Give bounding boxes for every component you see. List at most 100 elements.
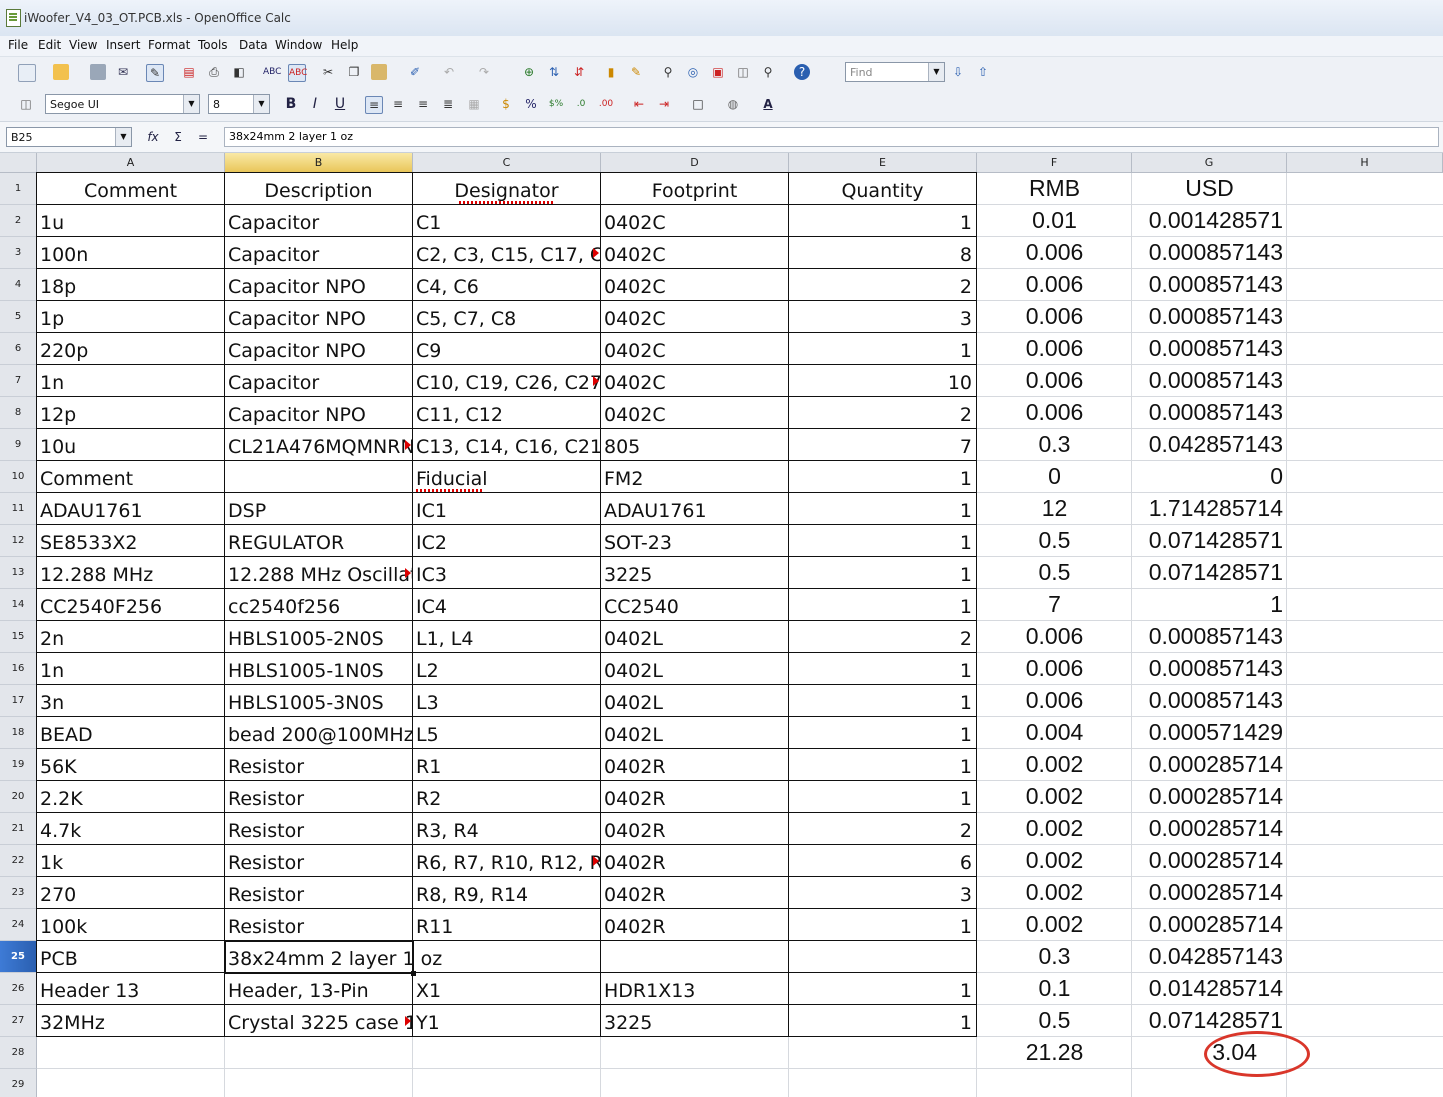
cell-c12[interactable]: IC2 bbox=[412, 524, 601, 557]
row-header-24[interactable]: 24 bbox=[0, 909, 37, 941]
cell-f11[interactable]: 12 bbox=[977, 493, 1132, 525]
cell-d17[interactable]: 0402L bbox=[600, 684, 789, 717]
cell-g23[interactable]: 0.000285714 bbox=[1132, 877, 1287, 909]
cell-e7[interactable]: 10 bbox=[788, 364, 977, 397]
row-header-7[interactable]: 7 bbox=[0, 365, 37, 397]
cell-e2[interactable]: 1 bbox=[788, 204, 977, 237]
cell-c13[interactable]: IC3 bbox=[412, 556, 601, 589]
cell-a7[interactable]: 1n bbox=[36, 364, 225, 397]
row-header-4[interactable]: 4 bbox=[0, 269, 37, 301]
header-cell-footprint[interactable]: Footprint bbox=[600, 172, 789, 205]
font-name-dropdown-icon[interactable]: ▼ bbox=[183, 95, 199, 113]
percent-format-icon[interactable]: % bbox=[523, 96, 539, 112]
cell-c24[interactable]: R11 bbox=[412, 908, 601, 941]
cell-b20[interactable]: Resistor bbox=[224, 780, 413, 813]
cell-d19[interactable]: 0402R bbox=[600, 748, 789, 781]
increase-indent-icon[interactable]: ⇥ bbox=[656, 96, 672, 112]
cell-e16[interactable]: 1 bbox=[788, 652, 977, 685]
cell-g19[interactable]: 0.000285714 bbox=[1132, 749, 1287, 781]
cell-f13[interactable]: 0.5 bbox=[977, 557, 1132, 589]
row-header-10[interactable]: 10 bbox=[0, 461, 37, 493]
print-icon[interactable]: ⎙ bbox=[206, 64, 222, 80]
cell-d15[interactable]: 0402L bbox=[600, 620, 789, 653]
total-rmb-cell[interactable]: 21.28 bbox=[977, 1037, 1132, 1069]
cell-g24[interactable]: 0.000285714 bbox=[1132, 909, 1287, 941]
cell-g22[interactable]: 0.000285714 bbox=[1132, 845, 1287, 877]
cell-e14[interactable]: 1 bbox=[788, 588, 977, 621]
cell-d13[interactable]: 3225 bbox=[600, 556, 789, 589]
cell-g16[interactable]: 0.000857143 bbox=[1132, 653, 1287, 685]
cell-g7[interactable]: 0.000857143 bbox=[1132, 365, 1287, 397]
cell-f19[interactable]: 0.002 bbox=[977, 749, 1132, 781]
cell-g6[interactable]: 0.000857143 bbox=[1132, 333, 1287, 365]
row-header-5[interactable]: 5 bbox=[0, 301, 37, 333]
spreadsheet-grid[interactable]: A B C D E F G H 1 2 3 4 5 6 7 8 9 10 11 12 13 14 15 16 17 18 19 20 2… bbox=[0, 153, 1443, 1097]
menu-window[interactable]: Window bbox=[275, 38, 322, 52]
cell-e23[interactable]: 3 bbox=[788, 876, 977, 909]
cell-d12[interactable]: SOT-23 bbox=[600, 524, 789, 557]
find-dropdown-icon[interactable]: ▼ bbox=[928, 63, 944, 81]
decrease-indent-icon[interactable]: ⇤ bbox=[631, 96, 647, 112]
column-header-d[interactable]: D bbox=[601, 153, 789, 173]
cell-a24[interactable]: 100k bbox=[36, 908, 225, 941]
cell-a5[interactable]: 1p bbox=[36, 300, 225, 333]
cell-c19[interactable]: R1 bbox=[412, 748, 601, 781]
cell-a23[interactable]: 270 bbox=[36, 876, 225, 909]
cell-g18[interactable]: 0.000571429 bbox=[1132, 717, 1287, 749]
menu-help[interactable]: Help bbox=[331, 38, 358, 52]
menu-tools[interactable]: Tools bbox=[198, 38, 228, 52]
cell-c21[interactable]: R3, R4 bbox=[412, 812, 601, 845]
cell-f4[interactable]: 0.006 bbox=[977, 269, 1132, 301]
column-header-a[interactable]: A bbox=[37, 153, 225, 173]
cell-e5[interactable]: 3 bbox=[788, 300, 977, 333]
cell-b16[interactable]: HBLS1005-1N0S bbox=[224, 652, 413, 685]
row-header-17[interactable]: 17 bbox=[0, 685, 37, 717]
new-document-icon[interactable] bbox=[18, 64, 36, 82]
cell-e3[interactable]: 8 bbox=[788, 236, 977, 269]
cell-c3[interactable]: C2, C3, C15, C17, C1 bbox=[412, 236, 601, 269]
cell-g21[interactable]: 0.000285714 bbox=[1132, 813, 1287, 845]
cell-d22[interactable]: 0402R bbox=[600, 844, 789, 877]
row-header-9[interactable]: 9 bbox=[0, 429, 37, 461]
merge-cells-icon[interactable]: ▦ bbox=[466, 96, 482, 112]
cell-b27[interactable]: Crystal 3225 case 10 bbox=[224, 1004, 413, 1037]
cell-c5[interactable]: C5, C7, C8 bbox=[412, 300, 601, 333]
font-size-input[interactable]: 8 ▼ bbox=[208, 94, 270, 114]
cell-f18[interactable]: 0.004 bbox=[977, 717, 1132, 749]
cell-d9[interactable]: 805 bbox=[600, 428, 789, 461]
header-cell-comment[interactable]: Comment bbox=[36, 172, 225, 205]
cell-c6[interactable]: C9 bbox=[412, 332, 601, 365]
cell-b11[interactable]: DSP bbox=[224, 492, 413, 525]
cell-d27[interactable]: 3225 bbox=[600, 1004, 789, 1037]
cell-d16[interactable]: 0402L bbox=[600, 652, 789, 685]
cell-b19[interactable]: Resistor bbox=[224, 748, 413, 781]
cell-e8[interactable]: 2 bbox=[788, 396, 977, 429]
find-previous-icon[interactable]: ⇧ bbox=[975, 64, 991, 80]
cell-d5[interactable]: 0402C bbox=[600, 300, 789, 333]
row-header-15[interactable]: 15 bbox=[0, 621, 37, 653]
cell-b3[interactable]: Capacitor bbox=[224, 236, 413, 269]
row-header-23[interactable]: 23 bbox=[0, 877, 37, 909]
cell-a25[interactable]: PCB bbox=[36, 940, 225, 973]
row-header-29[interactable]: 29 bbox=[0, 1069, 37, 1097]
cell-f21[interactable]: 0.002 bbox=[977, 813, 1132, 845]
cell-e10[interactable]: 1 bbox=[788, 460, 977, 493]
row-header-2[interactable]: 2 bbox=[0, 205, 37, 237]
cell-f9[interactable]: 0.3 bbox=[977, 429, 1132, 461]
cut-icon[interactable]: ✂ bbox=[320, 64, 336, 80]
cell-f12[interactable]: 0.5 bbox=[977, 525, 1132, 557]
cell-b18[interactable]: bead 200@100MHz bbox=[224, 716, 413, 749]
cell-e11[interactable]: 1 bbox=[788, 492, 977, 525]
cell-g9[interactable]: 0.042857143 bbox=[1132, 429, 1287, 461]
name-box[interactable]: B25 ▼ bbox=[6, 127, 132, 147]
cell-b13[interactable]: 12.288 MHz Oscillato bbox=[224, 556, 413, 589]
row-header-8[interactable]: 8 bbox=[0, 397, 37, 429]
styles-formatting-icon[interactable]: ◫ bbox=[18, 96, 34, 112]
cell-g15[interactable]: 0.000857143 bbox=[1132, 621, 1287, 653]
menu-data[interactable]: Data bbox=[239, 38, 268, 52]
cell-f6[interactable]: 0.006 bbox=[977, 333, 1132, 365]
cell-c18[interactable]: L5 bbox=[412, 716, 601, 749]
spellcheck-icon[interactable]: ABC bbox=[263, 64, 281, 80]
cell-c7[interactable]: C10, C19, C26, C27, C bbox=[412, 364, 601, 397]
cell-g5[interactable]: 0.000857143 bbox=[1132, 301, 1287, 333]
